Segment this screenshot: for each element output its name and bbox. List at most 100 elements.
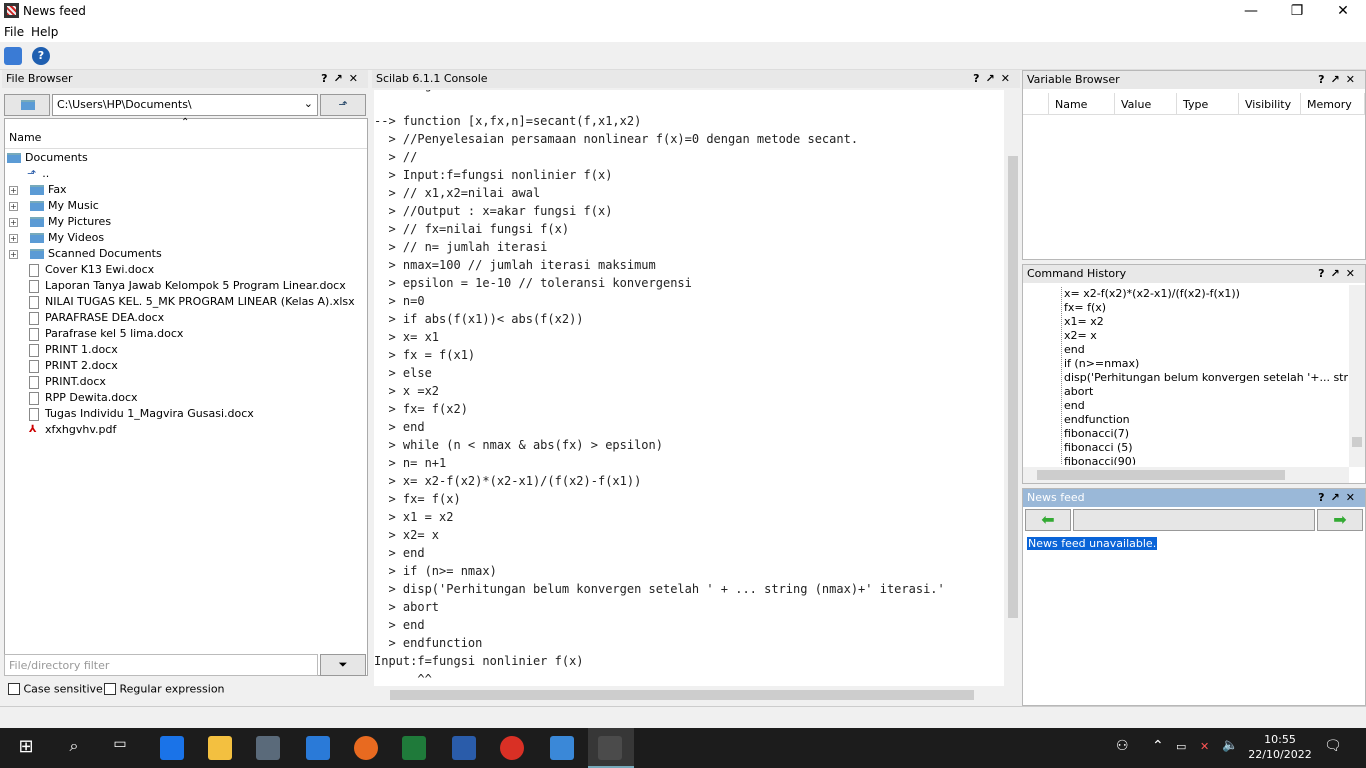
photos-icon[interactable] [550,736,574,760]
file-explorer-icon[interactable] [208,736,232,760]
expand-icon[interactable]: + [9,185,18,195]
file-item[interactable]: + My Music [9,199,99,215]
case-sensitive-checkbox[interactable] [8,683,20,695]
excel-icon[interactable] [402,736,426,760]
file-item[interactable]: PRINT.docx [29,375,106,391]
file-item[interactable]: PRINT 2.docx [29,359,118,375]
people-icon[interactable]: ⚇ [1116,738,1129,754]
tray-chevron-icon[interactable]: ⌃ [1152,738,1164,754]
regex-checkbox[interactable] [104,683,116,695]
panel-controls[interactable]: ?↗✕ [973,70,1016,88]
expand-icon[interactable]: + [9,201,18,211]
history-entry[interactable]: fibonacci (5) [1061,441,1133,454]
history-hscroll-thumb[interactable] [1037,470,1285,480]
filter-button[interactable]: ⏷ [320,654,366,676]
file-item[interactable]: PARAFRASE DEA.docx [29,311,164,327]
console-vscrollbar[interactable] [1006,90,1020,686]
panel-controls[interactable]: ?↗✕ [1318,71,1361,89]
column-visibility[interactable]: Visibility [1239,93,1301,115]
expand-icon[interactable]: + [9,233,18,243]
history-entry[interactable]: abort [1061,385,1093,398]
expand-icon[interactable]: + [9,249,18,259]
file-browser-panel: File Browser ?↗✕ C:\Users\HP\Documents\ … [2,70,368,706]
chrome-icon[interactable] [500,736,524,760]
console-vscroll-thumb[interactable] [1008,156,1018,618]
history-entry[interactable]: x= x2-f(x2)*(x2-x1)/(f(x2)-f(x1)) [1061,287,1240,300]
history-entry[interactable]: fibonacci(7) [1061,427,1129,440]
console-line: > Input:f=fungsi nonlinier f(x) [374,168,613,182]
file-item[interactable]: ⬏.. [27,167,49,183]
help-icon[interactable]: ? [32,47,50,65]
clock[interactable]: 10:55 22/10/2022 [1248,733,1312,761]
menu-help[interactable]: Help [31,25,58,39]
file-item[interactable]: Parafrase kel 5 lima.docx [29,327,183,343]
volume-icon[interactable]: 🔈 [1222,738,1238,753]
history-entry[interactable]: endfunction [1061,413,1130,426]
file-item[interactable]: NILAI TUGAS KEL. 5_MK PROGRAM LINEAR (Ke… [29,295,355,311]
file-item-label: PRINT 2.docx [45,359,118,372]
name-column-header[interactable]: Name ⌃ [5,117,367,149]
close-button[interactable]: ✕ [1320,0,1366,22]
file-filter-input[interactable]: File/directory filter [4,654,318,676]
file-item[interactable]: Laporan Tanya Jawab Kelompok 5 Program L… [29,279,346,295]
file-item[interactable]: PRINT 1.docx [29,343,118,359]
previous-news-button[interactable]: ⬅ [1025,509,1071,531]
file-item[interactable]: + My Videos [9,231,104,247]
next-news-button[interactable]: ➡ [1317,509,1363,531]
column-value[interactable]: Value [1115,93,1177,115]
path-combobox[interactable]: C:\Users\HP\Documents\ ⌄ [52,94,318,116]
case-sensitive-option[interactable]: Case sensitive [8,682,103,696]
history-entry[interactable]: end [1061,343,1085,356]
menu-file[interactable]: File [4,25,24,39]
file-item[interactable]: + Scanned Documents [9,247,162,263]
variable-browser-title: Variable Browser [1027,73,1120,86]
mail-icon[interactable] [306,736,330,760]
console-hscroll-thumb[interactable] [390,690,974,700]
battery-icon[interactable]: ▭ [1176,740,1186,753]
expand-icon[interactable]: + [9,217,18,227]
file-item[interactable]: RPP Dewita.docx [29,391,138,407]
history-entry[interactable]: disp('Perhitungan belum konvergen setela… [1061,371,1349,384]
file-item[interactable]: Documents [7,151,88,167]
search-icon[interactable]: ⌕ [62,736,86,760]
word-icon[interactable] [452,736,476,760]
console-output[interactable]: loading initial environment --> function … [374,90,1004,686]
history-entry[interactable]: x1= x2 [1061,315,1104,328]
history-entry[interactable]: end [1061,399,1085,412]
store-icon[interactable] [256,736,280,760]
network-icon[interactable]: ✕ [1200,740,1209,753]
browse-folder-button[interactable] [4,94,50,116]
panel-controls[interactable]: ?↗✕ [1318,265,1361,283]
minimize-button[interactable]: — [1228,0,1274,22]
refresh-icon[interactable] [4,47,22,65]
console-header: Scilab 6.1.1 Console ?↗✕ [372,70,1020,88]
history-list[interactable]: x= x2-f(x2)*(x2-x1)/(f(x2)-f(x1)) fx= f(x… [1023,285,1349,465]
history-entry[interactable]: x2= x [1061,329,1097,342]
history-vscroll-thumb[interactable] [1352,437,1362,447]
file-item[interactable]: Tugas Individu 1_Magvira Gusasi.docx [29,407,254,423]
history-hscrollbar[interactable] [1023,467,1349,483]
regex-option[interactable]: Regular expression [104,682,225,696]
history-entry[interactable]: if (n>=nmax) [1061,357,1139,370]
console-hscrollbar[interactable] [374,686,1006,704]
column-type[interactable]: Type [1177,93,1239,115]
file-item[interactable]: + Fax [9,183,67,199]
panel-controls[interactable]: ?↗✕ [1318,489,1361,507]
history-entry[interactable]: fibonacci(90) [1061,455,1136,465]
task-view-icon[interactable]: ▭ [108,736,132,760]
file-item[interactable]: ⅄ xfxhgvhv.pdf [29,423,116,439]
windows-start-icon[interactable]: ⊞ [14,736,38,760]
firefox-icon[interactable] [354,736,378,760]
file-item[interactable]: + My Pictures [9,215,111,231]
panel-controls[interactable]: ?↗✕ [321,70,364,88]
restore-button[interactable]: ❐ [1274,0,1320,22]
history-entry[interactable]: fx= f(x) [1061,301,1106,314]
edge-icon[interactable] [160,736,184,760]
history-vscrollbar[interactable] [1349,285,1365,467]
chevron-down-icon[interactable]: ⌄ [304,97,313,110]
parent-directory-button[interactable]: ⬏ [320,94,366,116]
column-memory[interactable]: Memory [1301,93,1365,115]
file-item[interactable]: Cover K13 Ewi.docx [29,263,154,279]
notifications-icon[interactable]: 🗨 [1324,738,1342,754]
column-name[interactable]: Name [1049,93,1115,115]
